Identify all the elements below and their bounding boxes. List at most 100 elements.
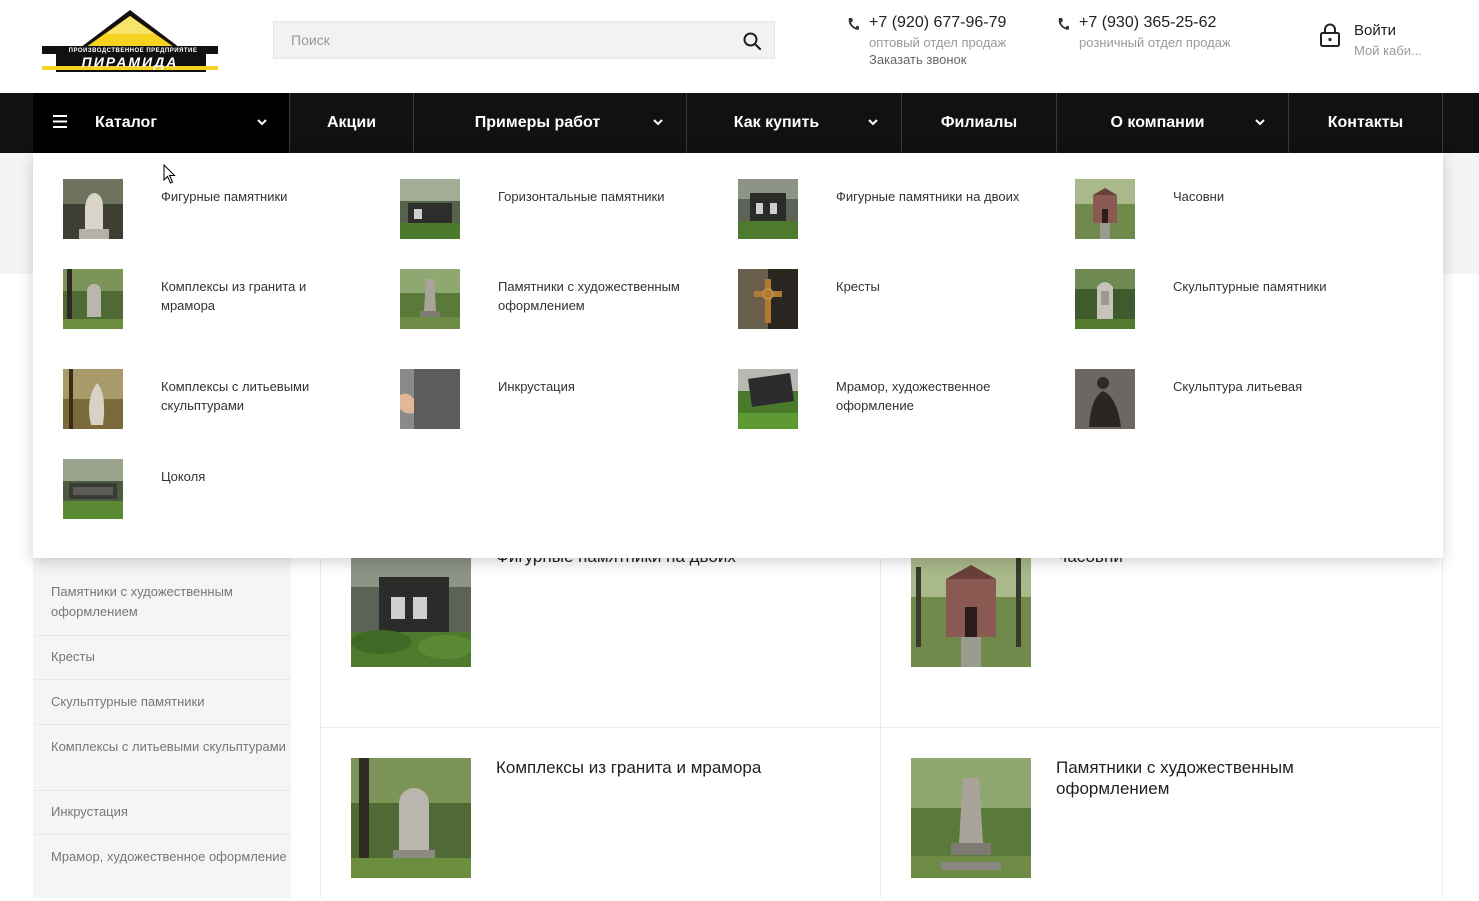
mouse-cursor-icon [163,164,176,184]
dropdown-item-label: Инкрустация [498,379,575,394]
item-thumbnail [1075,179,1135,239]
grid-divider [320,727,1441,728]
nav-about[interactable]: О компании [1057,93,1289,153]
catalog-dropdown: Фигурные памятники Горизонтальные памятн… [33,153,1443,558]
dropdown-item-label: Горизонтальные памятники [498,189,665,204]
item-thumbnail [63,179,123,239]
card-title[interactable]: Комплексы из гранита и мрамора [496,757,826,778]
cabinet-label[interactable]: Мой каби... [1354,43,1422,58]
sidebar-item[interactable]: Скульптурные памятники [33,692,291,725]
artistic-monument-photo-icon [911,758,1031,878]
item-thumbnail [400,369,460,429]
phone-description: оптовый отдел продаж [869,35,1007,50]
chevron-down-icon [653,119,663,126]
nav-portfolio[interactable]: Примеры работ [414,93,687,153]
horizontal-monument-icon [400,179,460,239]
catalog-grid [320,558,1443,898]
dropdown-item[interactable]: Памятники с художественным оформлением [400,269,730,339]
nav-catalog[interactable]: Каталог [33,93,290,153]
cast-sculpture-complex-icon [63,369,123,429]
sidebar-item[interactable]: Памятники с художественным оформлением [33,582,291,636]
phone-number[interactable]: +7 (930) 365-25-62 [1079,14,1216,32]
dropdown-item[interactable]: Горизонтальные памятники [400,179,730,249]
dropdown-item-label: Фигурные памятники на двоих [836,189,1020,204]
nav-catalog-label: Каталог [95,114,157,131]
card-title[interactable]: Памятники с художественным оформлением [1056,757,1386,799]
card-image[interactable] [911,547,1031,667]
dropdown-item[interactable]: Комплексы из гранита и мрамора [63,269,393,339]
dropdown-item[interactable]: Комплексы с литьевыми скульптурами [63,369,393,439]
site-logo[interactable]: ПРОИЗВОДСТВЕННОЕ ПРЕДПРИЯТИЕ ПИРАМИДА [42,8,218,74]
card-image[interactable] [351,547,471,667]
search-input[interactable] [274,22,734,58]
dropdown-item-label: Мрамор, художественное оформление [836,379,991,413]
chevron-down-icon [868,119,878,126]
item-thumbnail [1075,369,1135,429]
double-monument-icon [738,179,798,239]
plinth-icon [63,459,123,519]
granite-complex-photo-icon [351,758,471,878]
dropdown-item[interactable]: Скульптурные памятники [1075,269,1405,339]
dropdown-item-label: Скульптура литьевая [1173,379,1303,394]
inlay-icon [400,369,460,429]
lock-icon [1320,23,1340,47]
nav-contacts-label: Контакты [1327,114,1404,131]
card-image[interactable] [351,758,471,878]
callback-link[interactable]: Заказать звонок [869,52,966,67]
dropdown-item[interactable]: Кресты [738,269,1068,339]
dropdown-item-label: Часовни [1173,189,1225,204]
sidebar-item[interactable]: Инкрустация [33,802,291,835]
login-label[interactable]: Войти [1354,22,1396,39]
nav-about-label: О компании [1110,114,1205,131]
nav-branches[interactable]: Филиалы [902,93,1057,153]
chapel-icon [1075,179,1135,239]
chapel-photo-icon [911,547,1031,667]
granite-complex-icon [63,269,123,329]
chevron-down-icon [257,119,267,126]
dropdown-item-label: Цоколя [161,469,206,484]
item-thumbnail [400,269,460,329]
dropdown-item-label: Фигурные памятники [161,189,288,204]
dropdown-item[interactable]: Фигурные памятники на двоих [738,179,1068,249]
monument-photo-icon [351,547,471,667]
dropdown-item-label: Кресты [836,279,880,294]
menu-burger-icon [53,115,67,128]
dropdown-item[interactable]: Цоколя [63,459,393,529]
phone-icon [1058,18,1069,30]
item-thumbnail [400,179,460,239]
sidebar-item[interactable]: Кресты [33,647,291,680]
dropdown-item-label: Скульптурные памятники [1173,279,1327,294]
chevron-down-icon [1255,119,1265,126]
nav-portfolio-label: Примеры работ [474,114,601,131]
sidebar-item[interactable]: Мрамор, художественное оформление [33,847,291,901]
card-image[interactable] [911,758,1031,878]
nav-promos[interactable]: Акции [290,93,414,153]
artistic-monument-icon [400,269,460,329]
sidebar-item[interactable]: Комплексы с литьевыми скульптурами [33,737,291,791]
dropdown-item[interactable]: Фигурные памятники [63,179,393,249]
item-thumbnail [738,179,798,239]
dropdown-item[interactable]: Инкрустация [400,369,730,439]
item-thumbnail [63,369,123,429]
item-thumbnail [63,459,123,519]
search-icon[interactable] [742,31,762,51]
dropdown-item[interactable]: Мрамор, художественное оформление [738,369,1068,439]
nav-promos-label: Акции [326,114,377,131]
phone-number[interactable]: +7 (920) 677-96-79 [869,14,1006,32]
nav-contacts[interactable]: Контакты [1289,93,1443,153]
item-thumbnail [1075,269,1135,329]
dropdown-item-label: Памятники с художественным оформлением [498,279,680,313]
item-thumbnail [738,269,798,329]
site-header: ПРОИЗВОДСТВЕННОЕ ПРЕДПРИЯТИЕ ПИРАМИДА +7… [0,0,1479,93]
dropdown-item-label: Комплексы из гранита и мрамора [161,279,307,313]
figured-monument-icon [63,179,123,239]
grid-divider [880,558,881,898]
phone-icon [848,18,859,30]
search-box [273,21,775,59]
phone-description: розничный отдел продаж [1079,35,1231,50]
main-nav: Каталог Акции Примеры работ Как купить Ф… [0,93,1479,153]
item-thumbnail [63,269,123,329]
nav-how-to-buy[interactable]: Как купить [687,93,902,153]
dropdown-item[interactable]: Скульптура литьевая [1075,369,1405,439]
dropdown-item[interactable]: Часовни [1075,179,1405,249]
